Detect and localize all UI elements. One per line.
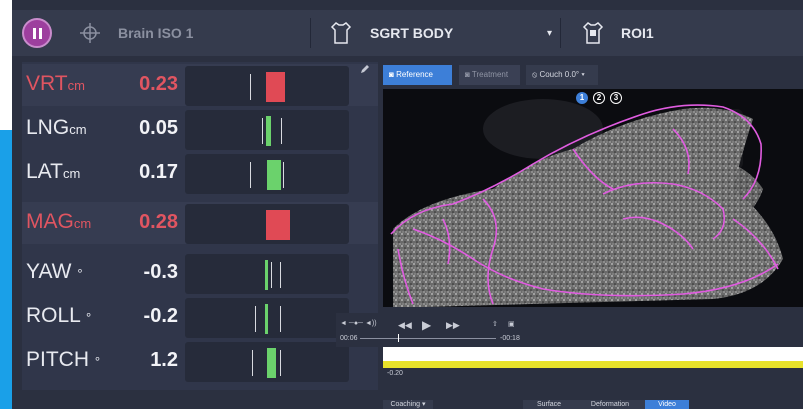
scrubber[interactable] xyxy=(360,338,496,339)
video-player-controls: ◄ ─●─ ◄)) ◀◀ ▶ ▶▶ ⇧ ▣ 00:06 -00:18 xyxy=(336,313,803,347)
delta-row-mag: MAGcm 0.28 xyxy=(22,202,378,244)
surface-image-view[interactable]: 1 2 3 xyxy=(383,89,803,307)
delta-row-roll: ROLL ° -0.2 xyxy=(22,296,378,338)
gauge-bar xyxy=(266,210,290,240)
delta-gauge xyxy=(185,254,349,294)
top-bar: Brain ISO 1 SGRT BODY ▾ ROI1 xyxy=(12,10,803,56)
pencil-icon[interactable] xyxy=(360,64,370,74)
fast-forward-icon[interactable]: ▶▶ xyxy=(446,320,460,331)
surface-image xyxy=(383,89,803,307)
volume-icon[interactable]: ◄ ─●─ ◄)) xyxy=(340,320,377,327)
delta-gauge xyxy=(185,154,349,194)
gauge-bar xyxy=(265,304,268,334)
fullscreen-icon[interactable]: ▣ xyxy=(508,320,515,328)
tab-deformation[interactable]: Deformation xyxy=(575,400,645,409)
timeline-value-label: -0.20 xyxy=(387,370,403,377)
time-end: -00:18 xyxy=(500,335,520,342)
delta-row-lng: LNGcm 0.05 xyxy=(22,108,378,150)
gauge-bar xyxy=(267,348,276,378)
delta-row-pitch: PITCH ° 1.2 xyxy=(22,340,378,382)
camera-badge-3[interactable]: 3 xyxy=(610,92,622,104)
target-label[interactable]: Brain ISO 1 xyxy=(118,25,193,41)
divider xyxy=(310,18,311,48)
delta-row-lat: LATcm 0.17 xyxy=(22,152,378,194)
delta-label: MAGcm xyxy=(26,210,92,233)
delta-label: LATcm xyxy=(26,160,81,183)
couch-icon: ⦸ xyxy=(532,70,538,79)
delta-gauge xyxy=(185,110,349,150)
delta-value: 1.2 xyxy=(150,349,178,371)
delta-gauge xyxy=(185,298,349,338)
delta-row-vrt: VRTcm 0.23 xyxy=(22,64,378,106)
page-background xyxy=(0,0,12,130)
divider xyxy=(560,18,561,48)
gauge-bar xyxy=(265,260,268,290)
delta-gauge xyxy=(185,66,349,106)
tab-reference[interactable]: ◙ Reference xyxy=(383,65,452,85)
camera-icon: ◙ xyxy=(389,70,394,79)
delta-value: 0.23 xyxy=(139,73,178,95)
gauge-bar xyxy=(266,72,285,102)
crosshair-icon xyxy=(80,23,100,43)
time-start: 00:06 xyxy=(340,335,358,342)
delta-panel: VRTcm 0.23 LNGcm 0.05 LATcm 0.17 MAGcm 0… xyxy=(22,62,378,390)
play-icon[interactable]: ▶ xyxy=(422,318,431,332)
camera-icon: ◙ xyxy=(465,70,470,79)
rewind-icon[interactable]: ◀◀ xyxy=(398,320,412,331)
gauge-bar xyxy=(266,116,271,146)
delta-label: ROLL ° xyxy=(26,304,92,327)
chevron-down-icon[interactable]: ▾ xyxy=(547,28,552,39)
scrubber-handle[interactable] xyxy=(398,334,399,342)
delta-label: VRTcm xyxy=(26,72,85,95)
export-icon[interactable]: ⇧ xyxy=(492,320,498,328)
camera-badge-2[interactable]: 2 xyxy=(593,92,605,104)
pause-button[interactable] xyxy=(22,18,52,48)
view-toolbar: ◙ Reference ◙ Treatment ⦸ Couch 0.0° ▾ xyxy=(382,62,803,88)
body-outline-icon xyxy=(330,22,352,44)
delta-row-yaw: YAW ° -0.3 xyxy=(22,252,378,294)
roi-label[interactable]: ROI1 xyxy=(621,25,654,41)
delta-gauge xyxy=(185,204,349,244)
tab-treatment[interactable]: ◙ Treatment xyxy=(459,65,520,85)
chevron-down-icon: ▾ xyxy=(581,70,585,79)
timeline-plot: -0.20 xyxy=(383,368,803,395)
delta-value: 0.05 xyxy=(139,117,178,139)
couch-angle-dropdown[interactable]: ⦸ Couch 0.0° ▾ xyxy=(526,65,598,85)
delta-value: -0.2 xyxy=(143,305,178,327)
delta-value: 0.17 xyxy=(139,161,178,183)
delta-value: -0.3 xyxy=(143,261,178,283)
timeline-signal xyxy=(383,361,803,368)
delta-label: LNGcm xyxy=(26,116,87,139)
tab-video[interactable]: Video xyxy=(645,400,689,409)
delta-label: PITCH ° xyxy=(26,348,101,371)
camera-badge-1[interactable]: 1 xyxy=(576,92,588,104)
body-select-label[interactable]: SGRT BODY xyxy=(370,25,453,41)
delta-gauge xyxy=(185,342,349,382)
tab-surface[interactable]: Surface xyxy=(523,400,575,409)
coaching-dropdown[interactable]: Coaching ▾ xyxy=(383,400,433,409)
accent-strip xyxy=(0,130,12,409)
delta-value: 0.28 xyxy=(139,211,178,233)
roi-body-icon xyxy=(582,22,604,44)
app-window: Brain ISO 1 SGRT BODY ▾ ROI1 VRTcm 0.23 … xyxy=(0,0,803,409)
gauge-bar xyxy=(267,160,281,190)
delta-label: YAW ° xyxy=(26,260,83,283)
bottom-tab-bar: Coaching ▾ Surface Deformation Video xyxy=(383,398,803,409)
motion-timeline[interactable]: -0.20 xyxy=(383,347,803,395)
